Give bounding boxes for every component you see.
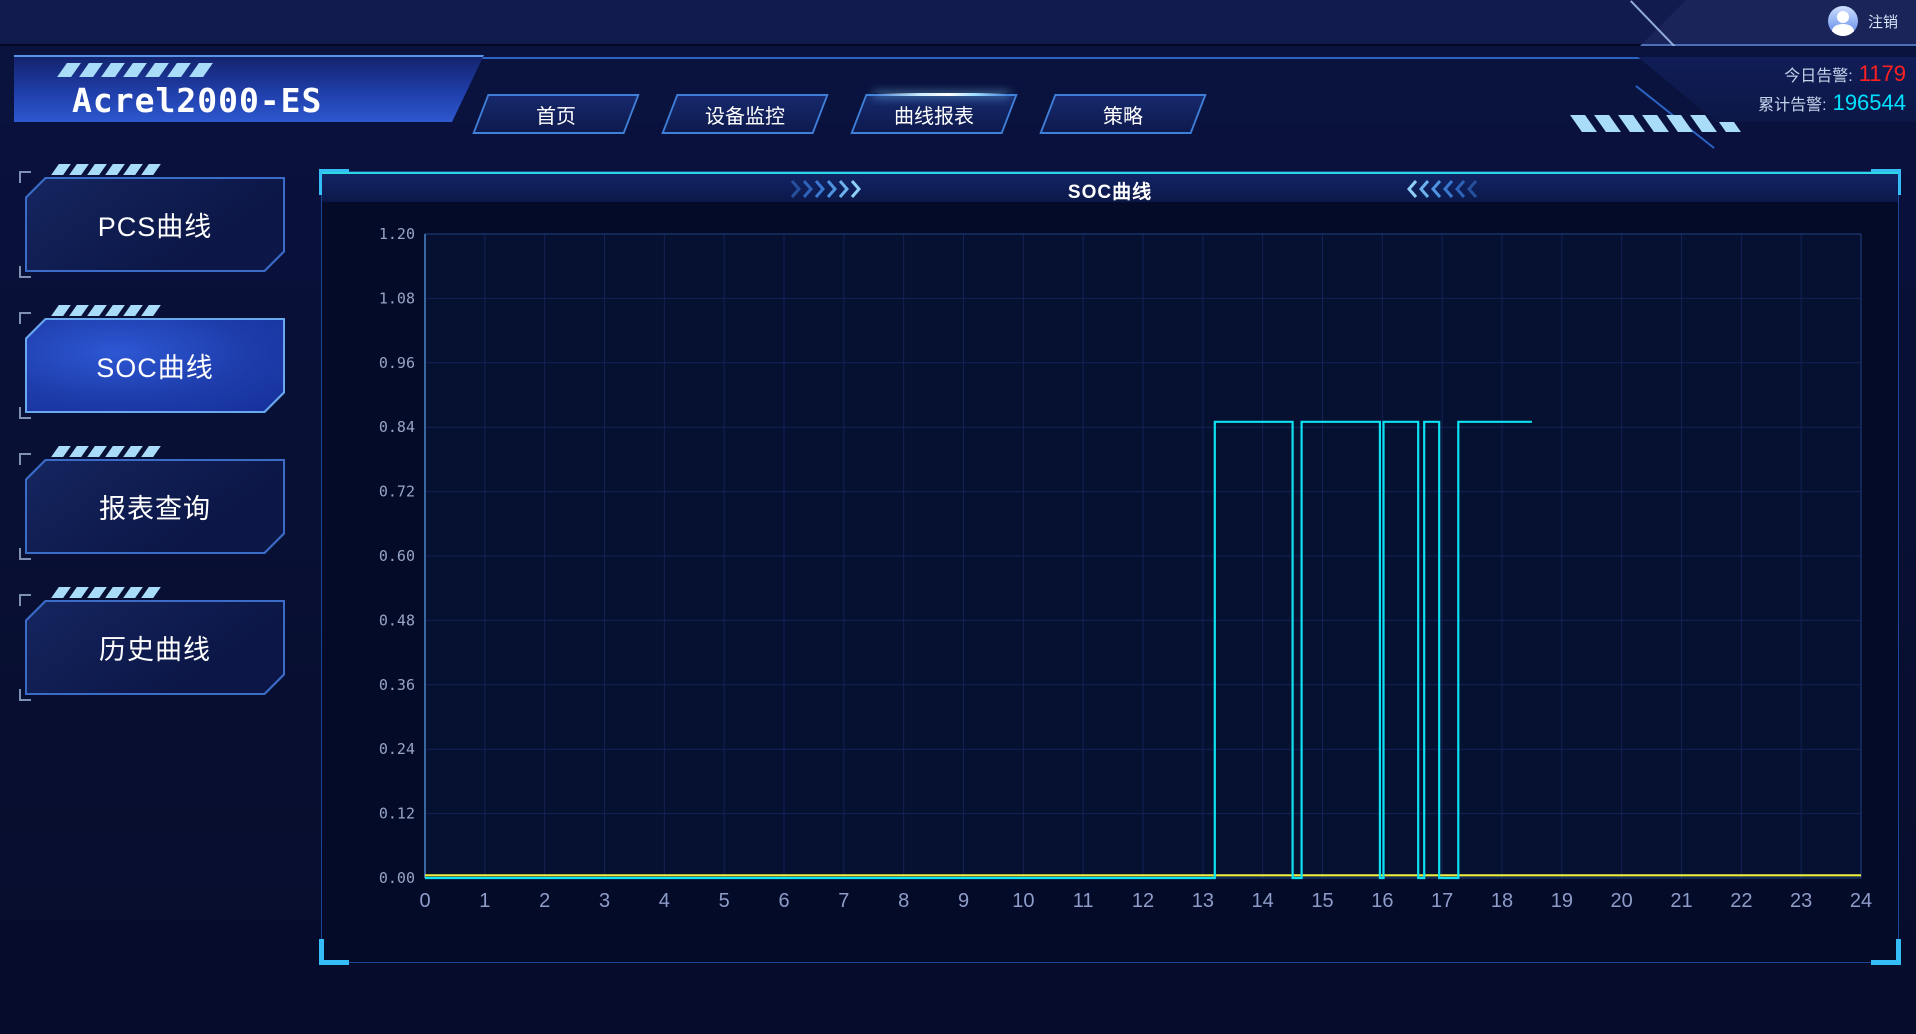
svg-text:11: 11	[1073, 890, 1094, 912]
sidebar-group-pcs: PCS曲线	[25, 177, 285, 272]
sidebar-group-soc: SOC曲线	[25, 318, 285, 413]
svg-text:0.60: 0.60	[379, 547, 415, 565]
svg-text:2: 2	[539, 890, 550, 912]
svg-text:1.08: 1.08	[379, 289, 415, 307]
sidebar-group-history: 历史曲线	[25, 600, 285, 695]
top-bar: 注销	[0, 0, 1916, 46]
sidebar-item-soc-curve[interactable]: SOC曲线	[25, 318, 285, 413]
button-stripes-decoration	[55, 164, 157, 175]
panel-corner-bracket	[319, 939, 349, 965]
sidebar-item-history-curve[interactable]: 历史曲线	[25, 600, 285, 695]
header-band: Acrel2000-ES 首页 设备监控 曲线报表 策略 今日告警: 1179 …	[0, 46, 1916, 122]
app-title: Acrel2000-ES	[72, 81, 322, 120]
chart-title: SOC曲线	[322, 177, 1898, 204]
svg-text:23: 23	[1790, 890, 1812, 912]
svg-text:1: 1	[479, 890, 490, 912]
svg-text:0.24: 0.24	[379, 740, 415, 758]
svg-text:10: 10	[1012, 890, 1034, 912]
tab-curve-report[interactable]: 曲线报表	[850, 94, 1017, 134]
soc-line-chart: 0.00 0.12 0.24 0.36 0.48 0.60 0.72 0.84 0.96 1.08…	[371, 202, 1901, 962]
button-stripes-decoration	[55, 446, 157, 457]
svg-text:6: 6	[778, 890, 789, 912]
today-alarm-label: 今日告警:	[1784, 62, 1852, 86]
total-alarm-value: 196544	[1833, 90, 1906, 116]
svg-text:15: 15	[1311, 890, 1333, 912]
svg-text:18: 18	[1491, 890, 1513, 912]
svg-text:0.36: 0.36	[379, 676, 415, 694]
sidebar-item-pcs-curve[interactable]: PCS曲线	[25, 177, 285, 272]
svg-text:17: 17	[1431, 890, 1453, 912]
svg-text:24: 24	[1850, 890, 1872, 912]
corner-mark	[19, 407, 31, 419]
corner-mark	[19, 266, 31, 278]
svg-text:8: 8	[898, 890, 909, 912]
today-alarm-value: 1179	[1859, 61, 1906, 87]
sidebar-group-report: 报表查询	[25, 459, 285, 554]
main-nav: 首页 设备监控 曲线报表 策略	[480, 94, 1199, 134]
user-avatar-icon[interactable]	[1828, 6, 1858, 36]
svg-text:9: 9	[958, 890, 969, 912]
corner-mark	[19, 171, 31, 183]
total-alarm-label: 累计告警:	[1758, 91, 1826, 115]
corner-mark	[19, 689, 31, 701]
panel-header: SOC曲线	[322, 172, 1898, 202]
band-top-border	[440, 57, 1640, 59]
svg-text:7: 7	[838, 890, 849, 912]
svg-text:22: 22	[1730, 890, 1752, 912]
alarm-summary: 今日告警: 1179 累计告警: 196544	[1638, 57, 1916, 122]
svg-text:0: 0	[419, 890, 430, 912]
svg-text:19: 19	[1551, 890, 1573, 912]
corner-mark	[19, 548, 31, 560]
tab-device-monitor[interactable]: 设备监控	[661, 94, 828, 134]
logo-block: Acrel2000-ES	[14, 55, 484, 122]
svg-text:0.48: 0.48	[379, 611, 415, 629]
avatar-body-shape	[1832, 24, 1854, 36]
corner-mark	[19, 453, 31, 465]
logout-label[interactable]: 注销	[1868, 11, 1898, 32]
logo-stripes-decoration	[62, 63, 208, 77]
today-alarm-row: 今日告警: 1179	[1784, 61, 1906, 87]
button-stripes-decoration	[55, 305, 157, 316]
corner-mark	[19, 312, 31, 324]
button-stripes-decoration	[55, 587, 157, 598]
tab-home[interactable]: 首页	[472, 94, 639, 134]
svg-text:12: 12	[1132, 890, 1154, 912]
svg-text:13: 13	[1192, 890, 1214, 912]
svg-text:0.00: 0.00	[379, 869, 415, 887]
svg-text:0.84: 0.84	[379, 418, 415, 436]
svg-text:21: 21	[1670, 890, 1692, 912]
svg-text:0.72: 0.72	[379, 483, 415, 501]
corner-mark	[19, 594, 31, 606]
svg-text:0.12: 0.12	[379, 805, 415, 823]
total-alarm-row: 累计告警: 196544	[1758, 90, 1906, 116]
svg-text:16: 16	[1371, 890, 1393, 912]
acrel-dashboard: { "app": { "title": "Acrel2000-ES", "log…	[0, 0, 1916, 1034]
soc-curve-panel: SOC曲线 0.000.120.240.360.480.600.720.840.…	[321, 171, 1899, 963]
chevrons-left-icon	[1400, 180, 1478, 198]
svg-text:3: 3	[599, 890, 610, 912]
tab-strategy[interactable]: 策略	[1039, 94, 1206, 134]
svg-text:14: 14	[1252, 890, 1274, 912]
avatar-head-shape	[1837, 11, 1849, 23]
svg-text:1.20: 1.20	[379, 225, 415, 243]
svg-text:4: 4	[659, 890, 670, 912]
sidebar-item-report-query[interactable]: 报表查询	[25, 459, 285, 554]
svg-text:5: 5	[719, 890, 730, 912]
svg-text:0.96: 0.96	[379, 354, 415, 372]
svg-text:20: 20	[1611, 890, 1633, 912]
logout-button[interactable]: 注销	[1828, 6, 1898, 36]
